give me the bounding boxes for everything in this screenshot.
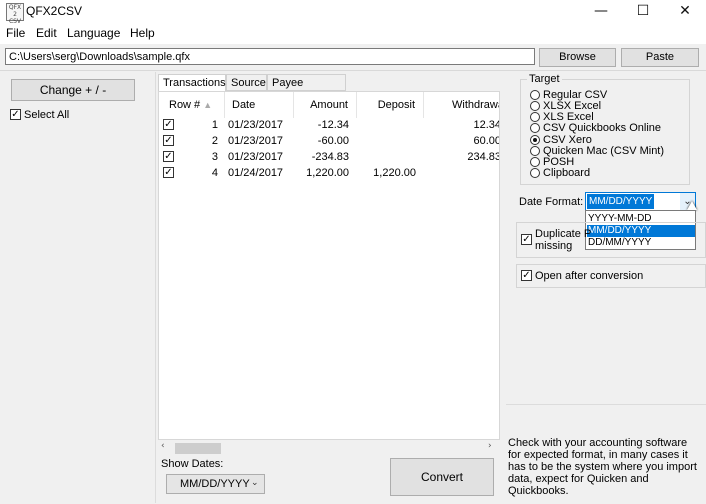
radio-csv-xero[interactable]	[530, 135, 540, 145]
menu-language[interactable]: Language	[67, 26, 120, 40]
row-deposit	[357, 149, 416, 165]
close-button[interactable]: ✕	[662, 0, 706, 23]
row-withdrawal	[424, 165, 499, 181]
radio-regular-csv[interactable]	[530, 90, 540, 100]
duplicate-label-missing: missing	[535, 240, 573, 252]
row-withdrawal: 60.00	[473, 135, 500, 147]
show-dates-label: Show Dates:	[161, 458, 224, 470]
menu-edit[interactable]: Edit	[36, 26, 57, 40]
column-header-deposit[interactable]: Deposit	[357, 92, 424, 118]
duplicate-label: Duplicate P	[535, 228, 592, 240]
convert-button[interactable]: Convert	[390, 458, 494, 496]
column-header-date[interactable]: Date	[225, 92, 294, 118]
mouse-cursor-icon	[687, 201, 697, 210]
radio-clipboard[interactable]	[530, 168, 540, 178]
date-format-value: MM/DD/YYYY	[587, 194, 655, 209]
sort-arrow-icon: ▲	[203, 100, 213, 110]
window-title: QFX2CSV	[26, 4, 83, 18]
tab-payee-mapping[interactable]: Payee Mapping	[267, 74, 346, 106]
row-number: 1	[211, 119, 218, 131]
radio-posh[interactable]	[530, 157, 540, 167]
radio-quicken-mac[interactable]	[530, 146, 540, 156]
row-checkbox[interactable]: ✓	[163, 135, 174, 146]
column-header-row[interactable]: Row # ▲	[159, 92, 225, 118]
scroll-right-icon[interactable]: ›	[488, 441, 492, 451]
date-format-select[interactable]: MM/DD/YYYY ⌄	[585, 192, 696, 211]
row-deposit	[357, 117, 416, 133]
maximize-button[interactable]: ☐	[620, 0, 666, 23]
chevron-down-icon: ⌄	[251, 478, 259, 488]
row-date: 01/24/2017	[228, 167, 284, 179]
select-all-label: Select All	[24, 109, 70, 121]
row-amount: -234.83	[311, 151, 349, 163]
row-checkbox[interactable]: ✓	[163, 167, 174, 178]
target-label: Target	[527, 73, 562, 85]
row-checkbox[interactable]: ✓	[163, 119, 174, 130]
tab-source[interactable]: Source	[226, 74, 267, 91]
radio-xlsx-excel[interactable]	[530, 101, 540, 111]
transactions-grid: Row # ▲ Date Amount Deposit Withdrawal ✓…	[158, 91, 500, 440]
duplicate-checkbox[interactable]: ✓	[521, 234, 532, 245]
app-logo-icon: QFX 2 CSV	[6, 3, 24, 25]
column-header-withdrawal[interactable]: Withdrawal	[424, 92, 499, 118]
row-number: 2	[211, 135, 218, 147]
row-amount: 1,220.00	[306, 167, 349, 179]
row-deposit	[357, 133, 416, 149]
row-withdrawal: 234.83	[467, 151, 500, 163]
open-after-label: Open after conversion	[535, 270, 644, 282]
show-dates-value: MM/DD/YYYY	[180, 478, 250, 490]
radio-label: Clipboard	[543, 167, 591, 179]
select-all-checkbox[interactable]: ✓	[10, 109, 21, 120]
row-date: 01/23/2017	[228, 151, 284, 163]
file-path-input[interactable]: C:\Users\serg\Downloads\sample.qfx	[5, 48, 535, 65]
scrollbar-thumb[interactable]	[175, 443, 221, 454]
radio-label: CSV Quickbooks Online	[543, 122, 661, 134]
row-checkbox[interactable]: ✓	[163, 151, 174, 162]
info-text: Check with your accounting software for …	[508, 437, 697, 497]
row-date: 01/23/2017	[228, 119, 284, 131]
left-panel	[0, 72, 156, 503]
row-number: 3	[211, 151, 218, 163]
radio-csv-quickbooks-online[interactable]	[530, 123, 540, 133]
row-date: 01/23/2017	[228, 135, 284, 147]
radio-xls-excel[interactable]	[530, 112, 540, 122]
tab-transactions[interactable]: Transactions	[158, 74, 226, 92]
date-format-label: Date Format:	[519, 196, 584, 208]
menu-help[interactable]: Help	[130, 26, 155, 40]
column-header-amount[interactable]: Amount	[294, 92, 357, 118]
open-after-checkbox[interactable]: ✓	[521, 270, 532, 281]
scroll-left-icon[interactable]: ‹	[161, 441, 165, 451]
info-box: Check with your accounting software for …	[506, 404, 706, 504]
row-amount: -60.00	[317, 135, 349, 147]
row-withdrawal: 12.34	[473, 119, 500, 131]
menu-file[interactable]: File	[6, 26, 25, 40]
show-dates-select[interactable]: MM/DD/YYYY ⌄	[166, 474, 265, 494]
paste-button[interactable]: Paste	[621, 48, 699, 67]
minimize-button[interactable]: —	[578, 0, 624, 23]
row-deposit: 1,220.00	[373, 167, 416, 179]
row-amount: -12.34	[317, 119, 349, 131]
browse-button[interactable]: Browse	[539, 48, 616, 67]
separator	[0, 70, 706, 71]
row-number: 4	[211, 167, 218, 179]
change-sign-button[interactable]: Change + / -	[11, 79, 135, 101]
